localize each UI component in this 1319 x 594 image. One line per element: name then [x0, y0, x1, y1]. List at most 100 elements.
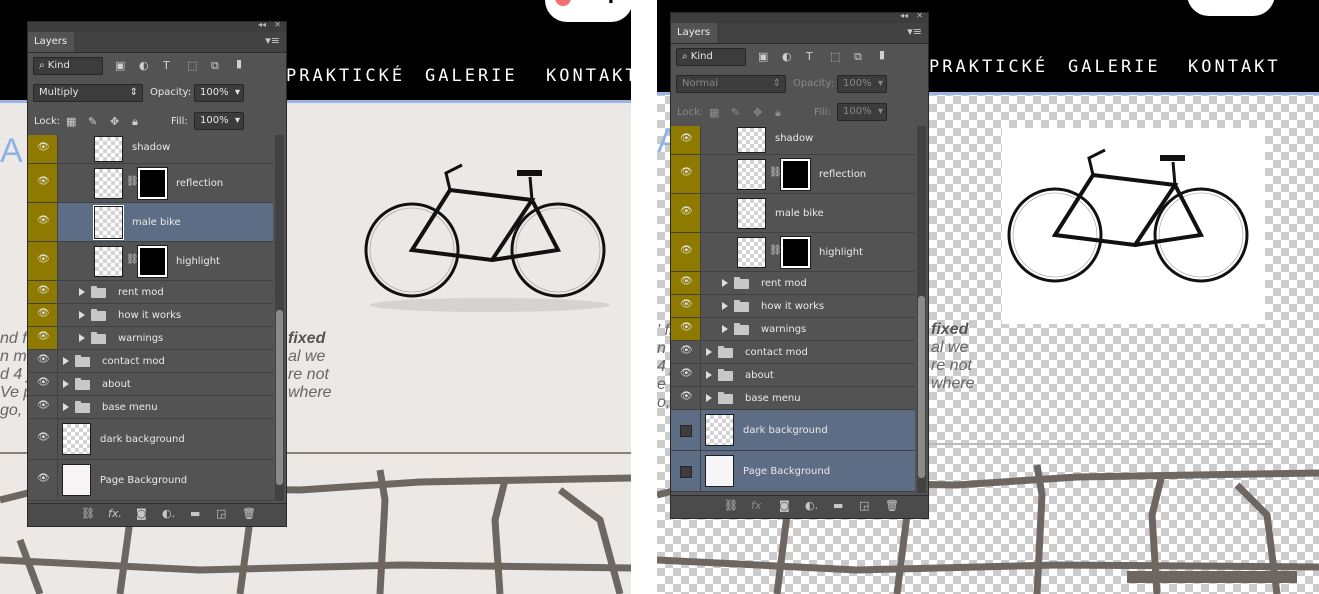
expand-triangle-icon[interactable] — [706, 371, 712, 379]
filter-kind-select[interactable]: ⌕ Kind — [676, 48, 746, 66]
filter-type-icon[interactable]: T — [806, 50, 813, 63]
panel-menu-icon[interactable]: ▾≡ — [265, 34, 280, 47]
visibility-toggle[interactable]: 👁︎ — [671, 295, 701, 317]
visibility-toggle[interactable]: 👁︎ — [28, 373, 58, 395]
group-base-menu[interactable]: 👁︎ base menu — [671, 387, 915, 410]
trash-icon[interactable]: 🗑︎ — [885, 499, 899, 512]
filter-smart-object-icon[interactable]: ⧉ — [854, 50, 862, 64]
layer-mask-thumbnail[interactable] — [137, 167, 168, 200]
filter-toggle-icon[interactable]: ▮ — [879, 48, 885, 61]
link-icon[interactable]: ⛓︎ — [126, 254, 139, 265]
visibility-toggle[interactable]: 👁︎ — [671, 194, 701, 232]
layer-dark-background[interactable]: 👁︎ dark background — [28, 419, 273, 460]
visibility-toggle[interactable]: 👁︎ — [28, 281, 58, 303]
lock-paint-icon[interactable]: ✎ — [731, 106, 740, 119]
visibility-toggle[interactable]: 👁︎ — [671, 341, 701, 363]
close-icon[interactable]: ✕ — [274, 22, 281, 29]
nav-galerie[interactable]: GALERIE — [425, 66, 518, 86]
filter-smart-object-icon[interactable]: ⧉ — [211, 59, 219, 73]
blend-mode-select[interactable]: Normal ⇕ — [676, 75, 786, 93]
visibility-toggle[interactable] — [671, 451, 701, 491]
filter-pixel-icon[interactable]: ▣ — [115, 59, 125, 72]
visibility-toggle[interactable]: 👁︎ — [28, 135, 58, 163]
new-layer-icon[interactable]: ◲ — [216, 507, 226, 520]
expand-triangle-icon[interactable] — [63, 357, 69, 365]
visibility-toggle[interactable]: 👁︎ — [671, 318, 701, 340]
lock-transparent-icon[interactable]: ▦ — [709, 106, 719, 119]
expand-triangle-icon[interactable] — [722, 302, 728, 310]
layer-page-background[interactable]: Page Background — [671, 451, 915, 492]
filter-shape-icon[interactable]: ⬚ — [187, 59, 197, 72]
nav-kontakt[interactable]: KONTAKT — [1188, 57, 1281, 77]
scrollbar-thumb[interactable] — [276, 310, 283, 485]
nav-prakticke[interactable]: PRAKTICKÉ — [286, 66, 405, 86]
adjustment-layer-icon[interactable]: ◐. — [162, 507, 175, 520]
fx-icon[interactable]: fx — [751, 499, 761, 512]
collapse-icon[interactable]: ◂◂ — [258, 22, 266, 29]
visibility-toggle[interactable]: 👁︎ — [28, 350, 58, 372]
new-group-icon[interactable]: ▬ — [833, 499, 843, 512]
filter-adjustment-icon[interactable]: ◐ — [139, 59, 149, 72]
trash-icon[interactable]: 🗑︎ — [242, 507, 256, 520]
new-group-icon[interactable]: ▬ — [190, 507, 200, 520]
group-rent-mod[interactable]: 👁︎ rent mod — [28, 281, 273, 304]
group-contact-mod[interactable]: 👁︎ contact mod — [671, 341, 915, 364]
lock-all-icon[interactable]: 🔒︎ — [775, 106, 781, 120]
layer-mask-thumbnail[interactable] — [780, 236, 811, 269]
panel-titlebar[interactable]: ◂◂ ✕ — [28, 22, 286, 32]
panel-titlebar[interactable]: ◂◂ ✕ — [671, 13, 928, 23]
expand-triangle-icon[interactable] — [79, 311, 85, 319]
expand-triangle-icon[interactable] — [706, 394, 712, 402]
visibility-toggle[interactable] — [671, 410, 701, 450]
blend-mode-select[interactable]: Multiply ⇕ — [33, 84, 143, 102]
visibility-toggle[interactable]: 👁︎ — [28, 396, 58, 418]
layer-page-background[interactable]: 👁︎ Page Background — [28, 460, 273, 501]
visibility-toggle[interactable]: 👁︎ — [28, 460, 58, 500]
expand-triangle-icon[interactable] — [63, 403, 69, 411]
layer-male-bike[interactable]: 👁︎ male bike — [28, 203, 273, 242]
layer-mask-thumbnail[interactable] — [137, 245, 168, 278]
group-how-it-works[interactable]: 👁︎ how it works — [671, 295, 915, 318]
opacity-input[interactable]: 100% ▾ — [837, 75, 887, 93]
nav-kontakt[interactable]: KONTAKT — [546, 66, 631, 86]
panel-menu-icon[interactable]: ▾≡ — [907, 25, 922, 38]
lock-transparent-icon[interactable]: ▦ — [66, 115, 76, 128]
layer-shadow[interactable]: 👁︎ shadow — [28, 135, 273, 164]
filter-pixel-icon[interactable]: ▣ — [758, 50, 768, 63]
visibility-toggle[interactable]: 👁︎ — [28, 304, 58, 326]
site-logo[interactable]: f — [1187, 0, 1275, 16]
scrollbar-thumb[interactable] — [918, 296, 925, 478]
expand-triangle-icon[interactable] — [79, 288, 85, 296]
filter-adjustment-icon[interactable]: ◐ — [782, 50, 792, 63]
add-mask-icon[interactable]: ◙ — [136, 507, 147, 520]
lock-move-icon[interactable]: ✥ — [753, 106, 762, 119]
visibility-toggle[interactable]: 👁︎ — [28, 164, 58, 202]
filter-toggle-icon[interactable]: ▮ — [236, 57, 242, 70]
group-warnings[interactable]: 👁︎ warnings — [28, 327, 273, 350]
layer-reflection[interactable]: 👁︎ ⛓︎ reflection — [671, 155, 915, 194]
collapse-icon[interactable]: ◂◂ — [900, 13, 908, 20]
expand-triangle-icon[interactable] — [706, 348, 712, 356]
group-about[interactable]: 👁︎ about — [28, 373, 273, 396]
group-rent-mod[interactable]: 👁︎ rent mod — [671, 272, 915, 295]
visibility-toggle[interactable]: 👁︎ — [28, 327, 58, 349]
group-warnings[interactable]: 👁︎ warnings — [671, 318, 915, 341]
visibility-toggle[interactable]: 👁︎ — [28, 242, 58, 280]
group-contact-mod[interactable]: 👁︎ contact mod — [28, 350, 273, 373]
filter-shape-icon[interactable]: ⬚ — [830, 50, 840, 63]
layer-dark-background[interactable]: dark background — [671, 410, 915, 451]
tab-layers[interactable]: Layers — [28, 32, 74, 52]
group-base-menu[interactable]: 👁︎ base menu — [28, 396, 273, 419]
expand-triangle-icon[interactable] — [722, 325, 728, 333]
link-layers-icon[interactable]: ⛓︎ — [81, 507, 95, 520]
visibility-toggle[interactable]: 👁︎ — [28, 419, 58, 459]
site-logo[interactable]: f — [545, 0, 631, 22]
fill-input[interactable]: 100% ▾ — [194, 112, 244, 130]
layer-highlight[interactable]: 👁︎ ⛓︎ highlight — [671, 233, 915, 272]
nav-galerie[interactable]: GALERIE — [1068, 57, 1161, 77]
link-icon[interactable]: ⛓︎ — [769, 167, 782, 178]
fill-input[interactable]: 100% ▾ — [837, 103, 887, 121]
tab-layers[interactable]: Layers — [671, 23, 717, 43]
visibility-toggle[interactable]: 👁︎ — [671, 233, 701, 271]
visibility-toggle[interactable]: 👁︎ — [28, 203, 58, 241]
